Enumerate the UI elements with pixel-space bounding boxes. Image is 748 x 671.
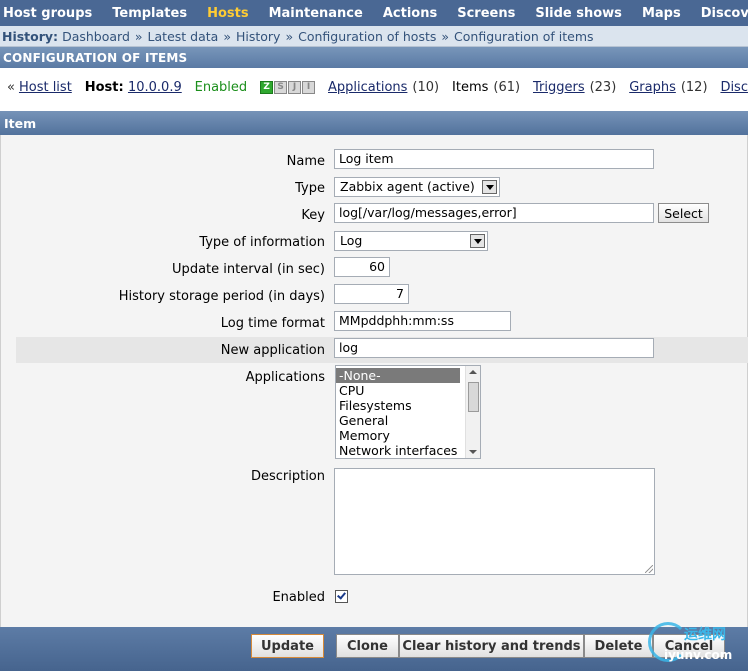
breadcrumb-dashboard[interactable]: Dashboard <box>62 29 130 44</box>
zabbix-availability-icon: Z <box>260 80 274 94</box>
key-input[interactable]: log[/var/log/messages,error] <box>334 203 654 223</box>
items-tab: Items <box>452 79 489 95</box>
host-link[interactable]: 10.0.0.9 <box>128 80 182 95</box>
host-status[interactable]: Enabled <box>195 80 248 95</box>
graphs-link[interactable]: Graphs <box>629 80 676 95</box>
main-menu: Host groups Templates Hosts Maintenance … <box>0 0 748 26</box>
nav-actions[interactable]: Actions <box>373 6 447 21</box>
type-select[interactable]: Zabbix agent (active) <box>334 177 500 197</box>
chevron-down-icon <box>482 180 497 194</box>
key-label: Key <box>301 208 325 223</box>
enabled-label: Enabled <box>272 590 325 605</box>
checkmark-icon <box>337 590 346 600</box>
nav-templates[interactable]: Templates <box>102 6 197 21</box>
back-arrow: « <box>7 79 15 95</box>
type-of-information-select[interactable]: Log <box>334 231 488 251</box>
name-input[interactable]: Log item <box>334 149 654 169</box>
nav-hosts[interactable]: Hosts <box>197 6 259 21</box>
update-button[interactable]: Update <box>251 634 324 658</box>
breadcrumb-separator: » <box>441 28 450 44</box>
scroll-up-icon[interactable] <box>469 370 477 374</box>
discovery-link[interactable]: Disc <box>720 80 748 95</box>
breadcrumb: History: Dashboard » Latest data » Histo… <box>0 26 748 47</box>
new-application-input[interactable]: log <box>334 338 654 358</box>
type-of-information-value: Log <box>340 233 363 248</box>
nav-slide-shows[interactable]: Slide shows <box>525 6 632 21</box>
applications-count: (10) <box>412 79 440 95</box>
host-label: Host: <box>84 79 124 95</box>
items-count: (61) <box>493 79 521 95</box>
ipmi-availability-icon: I <box>302 80 316 94</box>
applications-option-filesystems[interactable]: Filesystems <box>336 398 480 413</box>
applications-option-network-interfaces[interactable]: Network interfaces <box>336 443 480 458</box>
item-form-header: Item <box>0 111 748 135</box>
enabled-checkbox[interactable] <box>335 590 348 603</box>
applications-option-none[interactable]: -None- <box>336 368 460 383</box>
clear-history-button[interactable]: Clear history and trends <box>399 634 584 658</box>
page-title: CONFIGURATION OF ITEMS <box>0 47 748 68</box>
breadcrumb-config-hosts[interactable]: Configuration of hosts <box>298 29 436 44</box>
scroll-thumb[interactable] <box>468 382 479 412</box>
applications-option-general[interactable]: General <box>336 413 480 428</box>
resize-grip-icon[interactable] <box>645 565 653 573</box>
history-period-input[interactable]: 7 <box>334 284 409 304</box>
new-application-label: New application <box>220 343 325 358</box>
log-time-format-input[interactable]: MMpddphh:mm:ss <box>334 311 511 331</box>
triggers-link[interactable]: Triggers <box>533 80 585 95</box>
chevron-down-icon <box>470 234 485 248</box>
snmp-availability-icon: S <box>274 80 288 94</box>
update-interval-label: Update interval (in sec) <box>172 262 325 277</box>
type-select-value: Zabbix agent (active) <box>340 179 475 194</box>
history-period-label: History storage period (in days) <box>118 289 325 304</box>
delete-button[interactable]: Delete <box>584 634 653 658</box>
name-label: Name <box>286 154 325 169</box>
nav-screens[interactable]: Screens <box>447 6 525 21</box>
item-form: Name Log item Type Zabbix agent (active)… <box>0 135 748 627</box>
history-label: History: <box>2 28 59 44</box>
applications-label: Applications <box>245 370 325 385</box>
breadcrumb-latest-data[interactable]: Latest data <box>148 29 219 44</box>
breadcrumb-history[interactable]: History <box>236 29 280 44</box>
nav-host-groups[interactable]: Host groups <box>0 6 102 21</box>
type-label: Type <box>295 181 325 196</box>
nav-maps[interactable]: Maps <box>632 6 691 21</box>
graphs-count: (12) <box>680 79 708 95</box>
breadcrumb-separator: » <box>285 28 294 44</box>
applications-option-memory[interactable]: Memory <box>336 428 480 443</box>
breadcrumb-separator: » <box>134 28 143 44</box>
description-textarea[interactable] <box>334 468 655 575</box>
host-navigation: « Host list Host: 10.0.0.9 Enabled Z S J… <box>0 74 748 100</box>
applications-scrollbar[interactable] <box>465 366 480 458</box>
breadcrumb-separator: » <box>223 28 231 44</box>
applications-option-cpu[interactable]: CPU <box>336 383 480 398</box>
applications-listbox[interactable]: -None- CPU Filesystems General Memory Ne… <box>335 365 481 459</box>
form-footer: Update Clone Clear history and trends De… <box>0 627 748 671</box>
triggers-count: (23) <box>589 79 617 95</box>
nav-maintenance[interactable]: Maintenance <box>259 6 373 21</box>
cancel-button[interactable]: Cancel <box>653 634 725 658</box>
update-interval-input[interactable]: 60 <box>334 257 390 277</box>
jmx-availability-icon: J <box>288 80 302 94</box>
log-time-format-label: Log time format <box>220 316 325 331</box>
nav-discovery[interactable]: Discovery <box>691 6 748 21</box>
clone-button[interactable]: Clone <box>336 634 399 658</box>
host-list-link[interactable]: Host list <box>19 80 72 95</box>
breadcrumb-config-items[interactable]: Configuration of items <box>454 29 594 44</box>
key-select-button[interactable]: Select <box>658 203 709 223</box>
description-label: Description <box>250 469 325 484</box>
type-of-information-label: Type of information <box>199 235 325 250</box>
scroll-down-icon[interactable] <box>469 450 477 454</box>
availability-icons: Z S J I <box>260 80 316 94</box>
applications-link[interactable]: Applications <box>328 80 407 95</box>
